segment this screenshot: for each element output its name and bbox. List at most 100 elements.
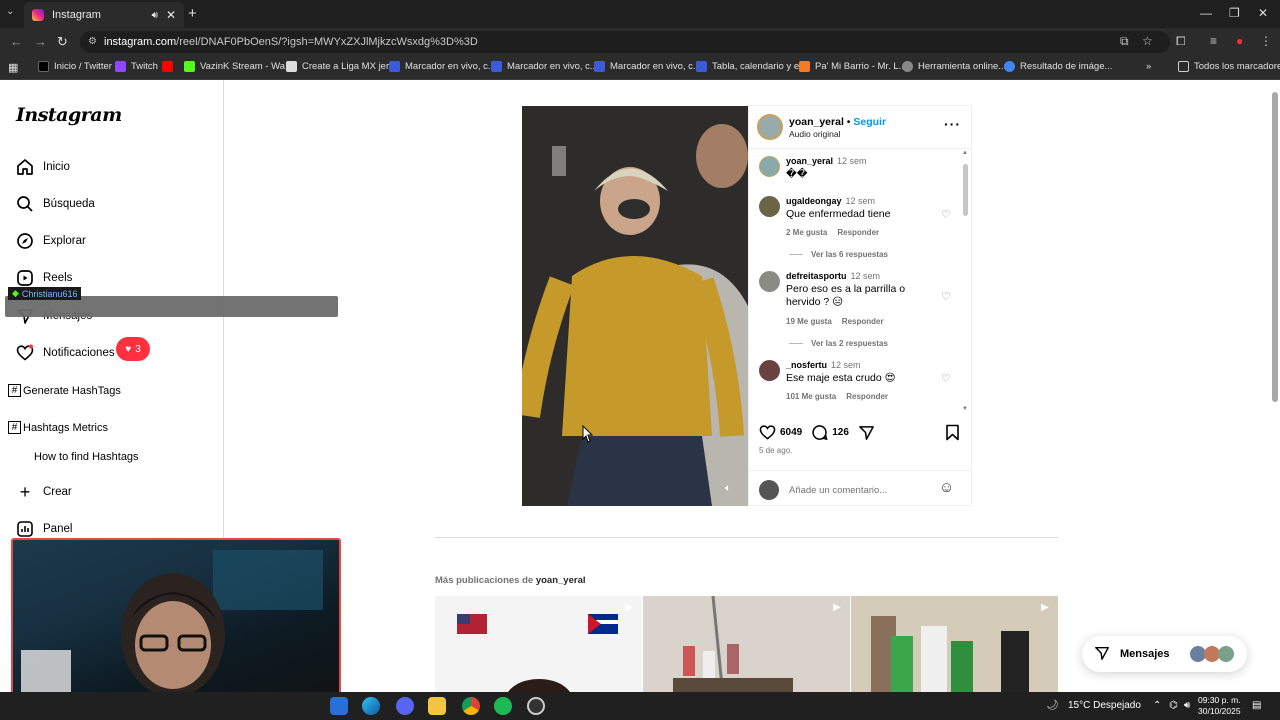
chrome-icon[interactable] — [462, 697, 480, 715]
sidebar-item-crear[interactable]: + Crear — [16, 482, 72, 502]
audio-label[interactable]: Audio original — [789, 129, 841, 139]
bookmark-resultado[interactable]: Resultado de imáge... — [1004, 61, 1112, 72]
apps-grid-icon[interactable]: ▦ — [8, 61, 18, 74]
caption-username[interactable]: yoan_yeral — [786, 156, 833, 166]
avatar[interactable] — [759, 360, 780, 381]
messages-pill[interactable]: Mensajes — [1082, 636, 1247, 672]
sidebar-item-busqueda[interactable]: Búsqueda — [16, 195, 95, 213]
tab-instagram[interactable]: Instagram 🔊︎ ✕ — [24, 2, 184, 28]
bookmark-twitter[interactable]: Inicio / Twitter — [38, 61, 112, 72]
weather-text[interactable]: 15°C Despejado — [1068, 700, 1141, 711]
hashtags-metrics-link[interactable]: # Hashtags Metrics — [8, 421, 108, 434]
more-options-icon[interactable]: ··· — [944, 116, 961, 132]
restore-icon[interactable]: ❐ — [1229, 6, 1240, 20]
speaker-icon[interactable]: 🔊︎ — [152, 10, 158, 21]
author-username[interactable]: yoan_yeral — [789, 116, 844, 128]
back-icon[interactable]: ← — [10, 34, 23, 49]
forward-icon[interactable]: → — [34, 34, 47, 49]
bookmark-tabla[interactable]: Tabla, calendario y e... — [696, 61, 807, 72]
bookmarks-overflow-icon[interactable]: » — [1146, 61, 1151, 72]
comment-username[interactable]: defreitasportu — [786, 271, 847, 281]
bookmark-marcador-2[interactable]: Marcador en vivo, c... — [491, 61, 598, 72]
install-app-icon[interactable]: ⧉ — [1120, 34, 1129, 49]
comment-likes[interactable]: 101 Me gusta — [786, 392, 836, 401]
page-scrollbar[interactable] — [1270, 80, 1280, 692]
scrollbar-thumb[interactable] — [963, 164, 968, 216]
spotify-icon[interactable] — [494, 697, 512, 715]
sidebar-item-explorar[interactable]: Explorar — [16, 232, 86, 250]
app-icon[interactable] — [330, 697, 348, 715]
comment-likes[interactable]: 19 Me gusta — [786, 317, 832, 326]
url-bar[interactable]: ⚙ instagram.com /reel/DNAF0PbOenS/?igsh=… — [80, 31, 1170, 53]
tab-search-icon[interactable]: ⌄ — [6, 6, 14, 17]
scroll-up-icon[interactable]: ▲ — [962, 150, 968, 156]
volume-icon[interactable]: 🔈︎ — [725, 483, 731, 494]
view-replies[interactable]: Ver las 6 respuestas — [789, 250, 888, 259]
edge-icon[interactable] — [362, 697, 380, 715]
sidebar-item-panel[interactable]: Panel — [16, 520, 72, 538]
bookmark-youtube[interactable] — [162, 61, 178, 72]
follow-button[interactable]: Seguir — [853, 116, 886, 128]
comment-username[interactable]: ugaldeongay — [786, 196, 842, 206]
reload-icon[interactable]: ↻ — [57, 34, 68, 50]
tray-overflow-icon[interactable]: ⌃ — [1153, 700, 1161, 711]
share-icon[interactable] — [858, 424, 875, 441]
scroll-down-icon[interactable]: ▼ — [962, 406, 968, 412]
reply-button[interactable]: Responder — [842, 317, 884, 326]
reply-button[interactable]: Responder — [846, 392, 888, 401]
system-clock[interactable]: 09:30 p. m. 30/10/2025 — [1198, 695, 1241, 717]
all-bookmarks[interactable]: Todos los marcadores — [1178, 61, 1280, 72]
post-thumbnail[interactable]: ▶ — [435, 596, 642, 696]
close-tab-icon[interactable]: ✕ — [166, 8, 176, 22]
media-control-icon[interactable]: ≡ — [1210, 34, 1217, 48]
like-count[interactable]: 6049 — [780, 427, 802, 438]
page-scrollbar-thumb[interactable] — [1272, 92, 1278, 402]
volume-tray-icon[interactable]: 🔊︎ — [1184, 700, 1190, 711]
like-comment-icon[interactable]: ♡ — [941, 290, 951, 303]
comment-count[interactable]: 126 — [832, 427, 849, 438]
sidebar-item-notificaciones[interactable]: Notificaciones — [16, 344, 115, 362]
new-tab-icon[interactable]: + — [188, 5, 197, 22]
avatar[interactable] — [759, 156, 780, 177]
extensions-icon[interactable]: ⧠ — [1176, 34, 1186, 49]
bookmark-ligamx[interactable]: Create a Liga MX jer... — [286, 61, 397, 72]
site-info-icon[interactable]: ⚙ — [88, 36, 97, 47]
bookmark-barrio[interactable]: Pa' Mi Barrio - Mr. L... — [799, 61, 907, 72]
avatar[interactable] — [759, 196, 780, 217]
save-icon[interactable] — [945, 424, 960, 444]
avatar[interactable] — [759, 271, 780, 292]
sidebar-item-reels[interactable]: Reels — [16, 269, 72, 287]
comment-icon[interactable] — [811, 424, 828, 441]
reel-video[interactable]: 🔈︎ — [522, 106, 748, 506]
view-replies[interactable]: Ver las 2 respuestas — [789, 339, 888, 348]
obs-icon[interactable] — [527, 697, 545, 715]
bookmark-herramienta[interactable]: Herramienta online... — [902, 61, 1006, 72]
reply-button[interactable]: Responder — [837, 228, 879, 237]
comment-likes[interactable]: 2 Me gusta — [786, 228, 827, 237]
file-explorer-icon[interactable] — [428, 697, 446, 715]
like-comment-icon[interactable]: ♡ — [941, 208, 951, 221]
menu-icon[interactable]: ⋮ — [1260, 34, 1272, 48]
post-thumbnail[interactable]: ▶ — [851, 596, 1058, 696]
bookmark-twitch[interactable]: Twitch — [115, 61, 158, 72]
author-avatar[interactable] — [757, 114, 783, 140]
minimize-icon[interactable]: — — [1200, 6, 1212, 20]
network-icon[interactable]: ⌬ — [1169, 700, 1178, 711]
bookmark-marcador-1[interactable]: Marcador en vivo, c... — [389, 61, 496, 72]
instagram-logo[interactable]: Instagram — [16, 104, 122, 126]
more-posts-user[interactable]: yoan_yeral — [536, 575, 586, 586]
profile-icon[interactable]: ● — [1236, 34, 1243, 48]
sidebar-item-inicio[interactable]: Inicio — [16, 158, 70, 176]
like-comment-icon[interactable]: ♡ — [941, 372, 951, 385]
post-thumbnail[interactable]: ▶ — [643, 596, 850, 696]
how-to-find-hashtags-link[interactable]: How to find Hashtags — [34, 451, 139, 463]
comment-username[interactable]: _nosfertu — [786, 360, 827, 370]
close-window-icon[interactable]: ✕ — [1258, 6, 1268, 20]
bookmark-marcador-3[interactable]: Marcador en vivo, c... — [594, 61, 701, 72]
add-comment-input[interactable]: Añade un comentario... — [789, 485, 887, 496]
bookmark-star-icon[interactable]: ☆ — [1142, 34, 1153, 48]
weather-icon[interactable]: 🌙︎ — [1046, 700, 1059, 711]
comments-scrollbar[interactable]: ▲ ▼ — [962, 150, 968, 412]
like-icon[interactable] — [759, 424, 776, 441]
emoji-icon[interactable]: ☺ — [939, 479, 954, 496]
